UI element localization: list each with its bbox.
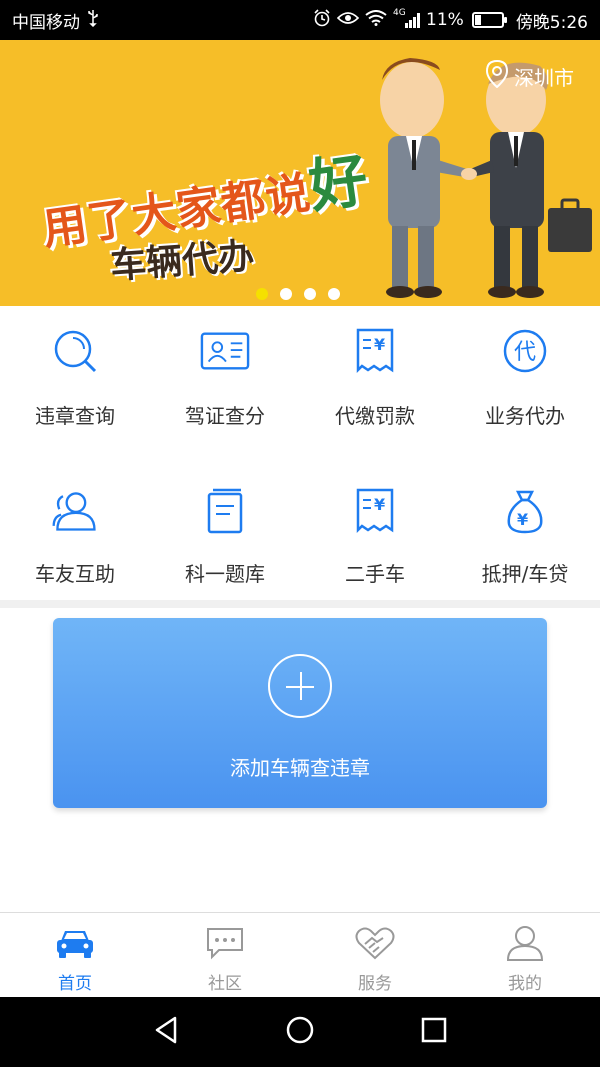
- service-question-bank[interactable]: 科一题库: [150, 460, 300, 600]
- service-car-friends[interactable]: 车友互助: [0, 460, 150, 600]
- add-icon: [268, 654, 332, 718]
- service-grid: 违章查询 驾证查分 ¥ 代缴罚款 代 业务代办 车友互助 科一题库 ¥ 二手车: [0, 306, 600, 600]
- banner-subtitle: 车辆代办: [108, 236, 256, 287]
- alarm-icon: [313, 8, 331, 32]
- service-label: 业务代办: [485, 404, 565, 428]
- recents-icon[interactable]: [421, 1017, 447, 1047]
- tab-label: 首页: [58, 974, 92, 994]
- carousel-dot[interactable]: [304, 288, 316, 300]
- bottom-tab-bar: 首页 社区 服务 我的: [0, 912, 600, 997]
- clock: 傍晚5:26: [515, 12, 588, 33]
- receipt-icon: ¥: [350, 326, 400, 376]
- usb-icon: [86, 9, 100, 32]
- add-vehicle-label: 添加车辆查违章: [230, 756, 370, 780]
- network-type: 4G: [393, 8, 406, 18]
- service-label: 科一题库: [185, 562, 265, 586]
- tab-label: 我的: [508, 974, 542, 994]
- eye-icon: [336, 10, 360, 31]
- back-icon[interactable]: [153, 1016, 179, 1048]
- tab-home[interactable]: 首页: [0, 913, 150, 997]
- service-used-car[interactable]: ¥ 二手车: [300, 460, 450, 600]
- section-divider: [0, 600, 600, 608]
- carrier-name: 中国移动: [12, 12, 80, 33]
- service-label: 违章查询: [35, 404, 115, 428]
- service-pay-fines[interactable]: ¥ 代缴罚款: [300, 306, 450, 460]
- receipt-icon: ¥: [350, 486, 400, 536]
- svg-text:¥: ¥: [374, 335, 385, 354]
- chat-icon: [205, 923, 245, 963]
- location-selector[interactable]: 深圳市: [485, 59, 574, 93]
- tab-services[interactable]: 服务: [300, 913, 450, 997]
- tab-profile[interactable]: 我的: [450, 913, 600, 997]
- battery-icon: [471, 12, 507, 28]
- system-nav-bar: [0, 997, 600, 1067]
- id-card-icon: [200, 326, 250, 376]
- service-label: 代缴罚款: [335, 404, 415, 428]
- agency-icon: 代: [500, 326, 550, 376]
- service-label: 驾证查分: [185, 404, 265, 428]
- handshake-icon: [355, 923, 395, 963]
- tab-label: 服务: [358, 974, 392, 994]
- signal-icon: 4G: [393, 8, 421, 28]
- service-license-points[interactable]: 驾证查分: [150, 306, 300, 460]
- service-mortgage-loan[interactable]: ¥ 抵押/车贷: [450, 460, 600, 600]
- service-agency[interactable]: 代 业务代办: [450, 306, 600, 460]
- users-icon: [50, 486, 100, 536]
- carousel-indicator: [256, 288, 340, 300]
- book-icon: [200, 486, 250, 536]
- home-icon[interactable]: [285, 1015, 315, 1049]
- slogan-hao: 好: [304, 145, 373, 221]
- search-icon: [50, 326, 100, 376]
- carousel-dot[interactable]: [256, 288, 268, 300]
- money-bag-icon: ¥: [500, 486, 550, 536]
- svg-text:¥: ¥: [374, 495, 385, 514]
- service-label: 车友互助: [35, 562, 115, 586]
- svg-text:代: 代: [514, 340, 536, 365]
- carousel-dot[interactable]: [328, 288, 340, 300]
- service-violation-query[interactable]: 违章查询: [0, 306, 150, 460]
- add-vehicle-card[interactable]: 添加车辆查违章: [53, 618, 547, 808]
- status-bar: 中国移动 4G 11% 傍晚5:26: [0, 0, 600, 40]
- user-icon: [506, 923, 544, 963]
- location-pin-icon: [485, 59, 509, 93]
- tab-label: 社区: [208, 974, 242, 994]
- tab-community[interactable]: 社区: [150, 913, 300, 997]
- service-label: 二手车: [345, 562, 405, 586]
- promo-banner[interactable]: 用了大家都说好 车辆代办 深圳市: [0, 40, 600, 306]
- battery-percent: 11%: [426, 10, 464, 30]
- wifi-icon: [365, 9, 387, 31]
- location-city: 深圳市: [514, 66, 574, 90]
- service-label: 抵押/车贷: [481, 562, 569, 586]
- svg-text:¥: ¥: [517, 510, 528, 529]
- car-icon: [55, 923, 95, 963]
- carousel-dot[interactable]: [280, 288, 292, 300]
